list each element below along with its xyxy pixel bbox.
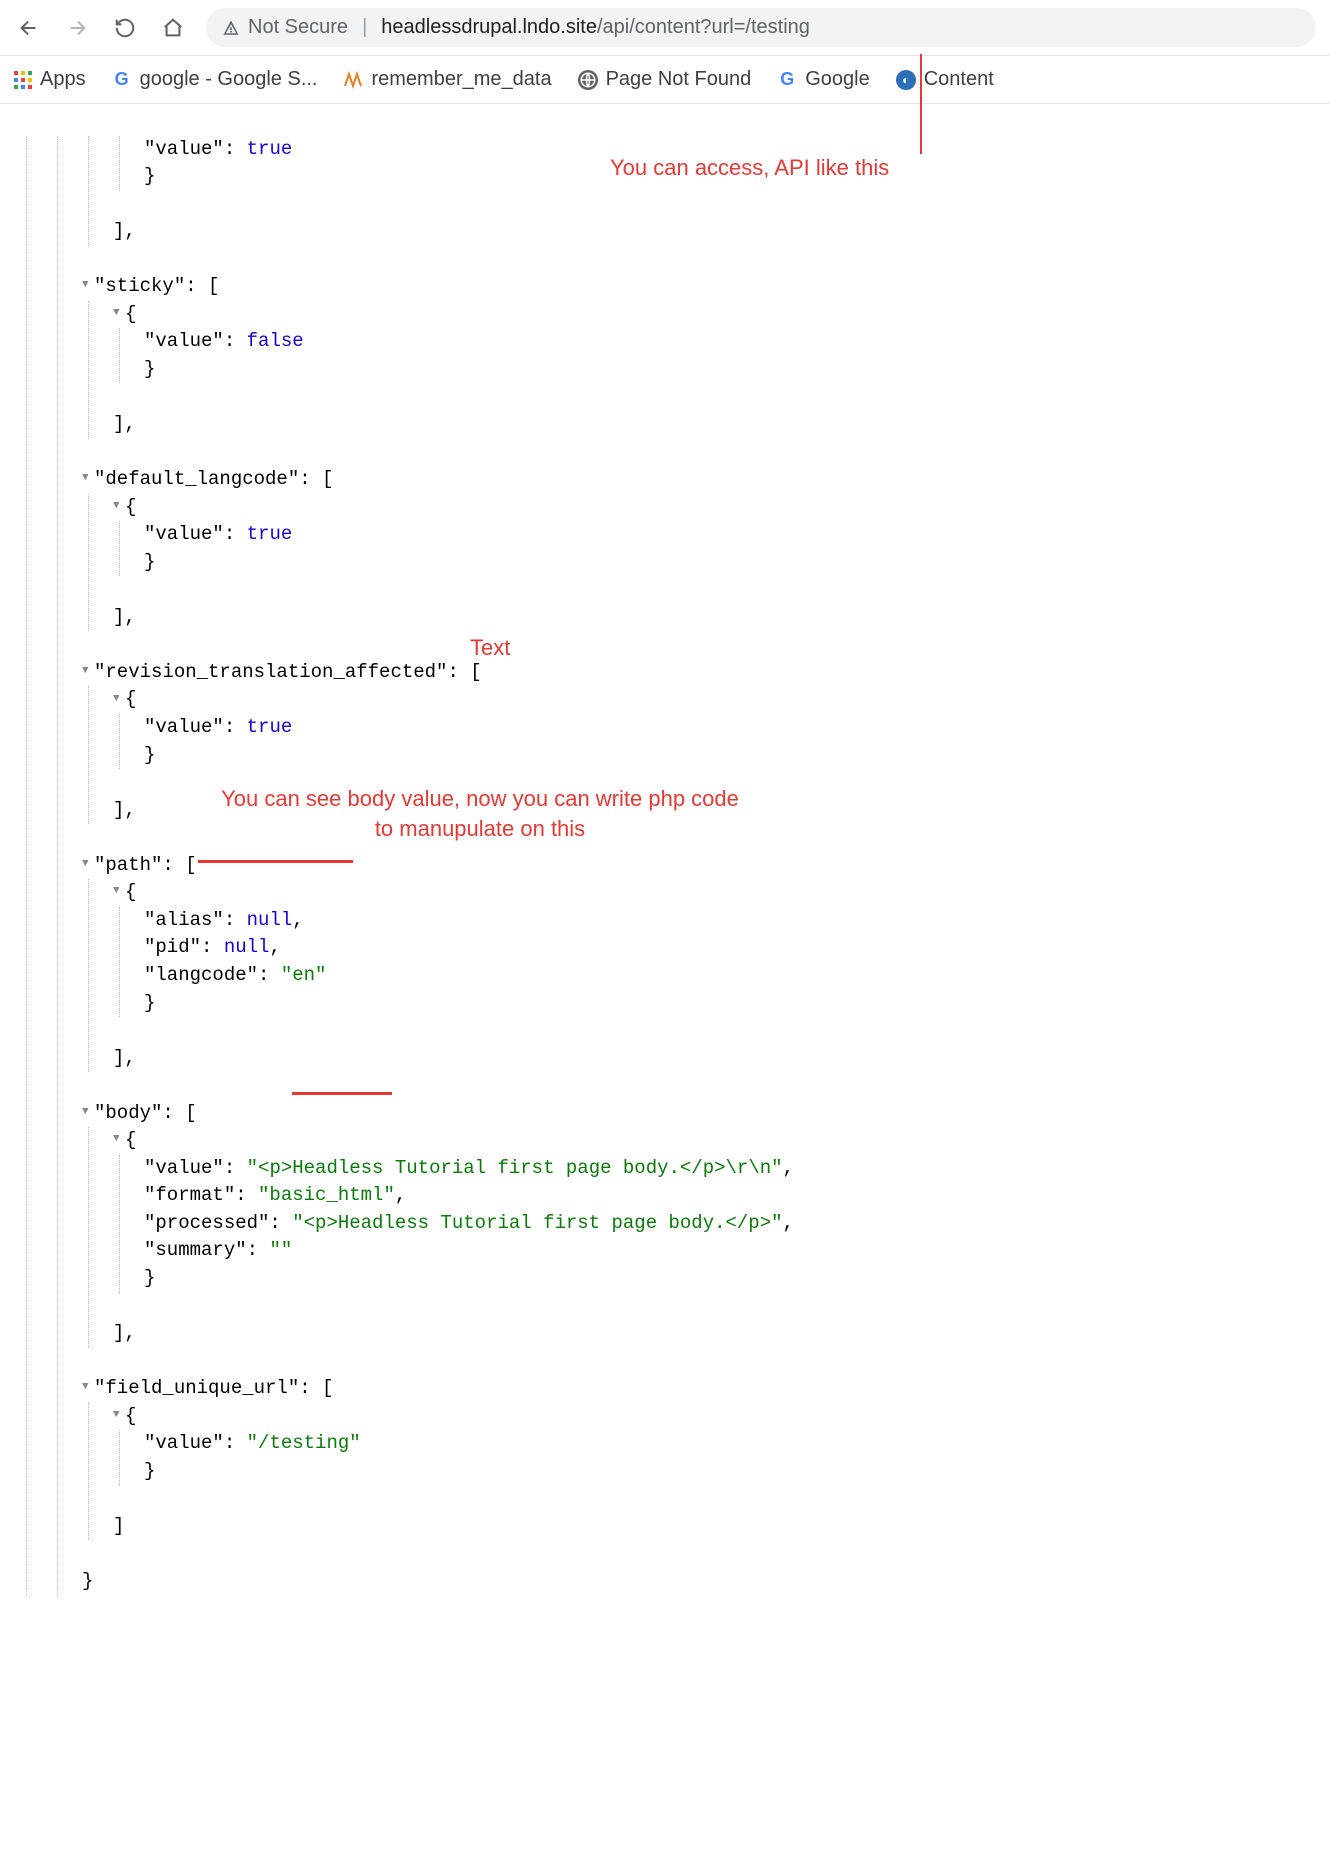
warning-icon xyxy=(222,19,240,37)
apps-label: Apps xyxy=(40,68,86,91)
annotation-text: You can see body value, now you can writ… xyxy=(220,784,740,843)
security-indicator[interactable]: Not Secure xyxy=(222,16,348,39)
google-icon: G xyxy=(777,70,797,90)
json-key: "path" xyxy=(94,854,162,876)
json-key: "value" xyxy=(144,330,224,352)
json-value: "/testing" xyxy=(247,1432,361,1454)
json-key: "sticky" xyxy=(94,275,185,297)
forward-button[interactable] xyxy=(62,13,92,43)
annotation-line xyxy=(920,54,922,154)
caret-icon[interactable]: ▼ xyxy=(113,884,125,900)
json-value: null xyxy=(247,909,293,931)
json-key: "value" xyxy=(144,138,224,160)
json-key: "field_unique_url" xyxy=(94,1377,299,1399)
annotation-text: You can access, API like this xyxy=(610,152,889,184)
json-value: "basic_html" xyxy=(258,1184,395,1206)
caret-icon[interactable]: ▼ xyxy=(113,692,125,708)
json-key: "langcode" xyxy=(144,964,258,986)
json-key: "processed" xyxy=(144,1212,269,1234)
caret-icon[interactable]: ▼ xyxy=(82,664,94,680)
bookmark-google[interactable]: G Google xyxy=(777,68,870,91)
reload-button[interactable] xyxy=(110,13,140,43)
json-key: "default_langcode" xyxy=(94,468,299,490)
caret-icon[interactable]: ▼ xyxy=(82,857,94,873)
url-text: headlessdrupal.lndo.site/api/content?url… xyxy=(381,16,810,39)
caret-icon[interactable]: ▼ xyxy=(113,1132,125,1148)
caret-icon[interactable]: ▼ xyxy=(82,278,94,294)
json-value: true xyxy=(247,523,293,545)
json-key: "value" xyxy=(144,523,224,545)
json-value: true xyxy=(247,138,293,160)
bookmark-label: Content xyxy=(924,68,994,91)
bookmark-label: remember_me_data xyxy=(371,68,551,91)
bookmark-content[interactable]: ◐ Content xyxy=(896,68,994,91)
bookmark-page-not-found[interactable]: Page Not Found xyxy=(578,68,752,91)
security-label: Not Secure xyxy=(248,16,348,39)
json-value: true xyxy=(247,716,293,738)
annotation-line xyxy=(292,1092,392,1095)
json-key: "body" xyxy=(94,1102,162,1124)
bookmark-label: google - Google S... xyxy=(140,68,318,91)
json-value: "en" xyxy=(281,964,327,986)
content-icon: ◐ xyxy=(896,70,916,90)
annotation-text: Text xyxy=(470,632,510,664)
bookmark-google-search[interactable]: G google - Google S... xyxy=(112,68,318,91)
json-viewer[interactable]: "value": true } ], ▼"sticky": [ ▼{ "valu… xyxy=(0,104,1330,1873)
apps-icon xyxy=(14,71,32,89)
json-value: null xyxy=(224,936,270,958)
json-key: "format" xyxy=(144,1184,235,1206)
url-divider: | xyxy=(362,16,367,39)
apps-button[interactable]: Apps xyxy=(14,68,86,91)
json-key: "value" xyxy=(144,1157,224,1179)
back-button[interactable] xyxy=(14,13,44,43)
json-key: "value" xyxy=(144,716,224,738)
pma-icon xyxy=(343,70,363,90)
home-button[interactable] xyxy=(158,13,188,43)
json-value: "" xyxy=(269,1239,292,1261)
caret-icon[interactable]: ▼ xyxy=(113,499,125,515)
json-value: "<p>Headless Tutorial first page body.</… xyxy=(247,1157,783,1179)
json-value: "<p>Headless Tutorial first page body.</… xyxy=(292,1212,782,1234)
bookmark-remember-me[interactable]: remember_me_data xyxy=(343,68,551,91)
bookmark-label: Google xyxy=(805,68,870,91)
json-key: "summary" xyxy=(144,1239,247,1261)
browser-toolbar: Not Secure | headlessdrupal.lndo.site/ap… xyxy=(0,0,1330,56)
json-key: "value" xyxy=(144,1432,224,1454)
google-icon: G xyxy=(112,70,132,90)
json-value: false xyxy=(247,330,304,352)
caret-icon[interactable]: ▼ xyxy=(82,1380,94,1396)
bookmark-label: Page Not Found xyxy=(606,68,752,91)
caret-icon[interactable]: ▼ xyxy=(113,306,125,322)
globe-icon xyxy=(578,70,598,90)
url-bar[interactable]: Not Secure | headlessdrupal.lndo.site/ap… xyxy=(206,8,1316,47)
annotation-line xyxy=(198,860,353,863)
bookmarks-bar: Apps G google - Google S... remember_me_… xyxy=(0,56,1330,104)
caret-icon[interactable]: ▼ xyxy=(82,1105,94,1121)
caret-icon[interactable]: ▼ xyxy=(113,1408,125,1424)
caret-icon[interactable]: ▼ xyxy=(82,471,94,487)
json-key: "pid" xyxy=(144,936,201,958)
json-key: "revision_translation_affected" xyxy=(94,661,447,683)
json-key: "alias" xyxy=(144,909,224,931)
